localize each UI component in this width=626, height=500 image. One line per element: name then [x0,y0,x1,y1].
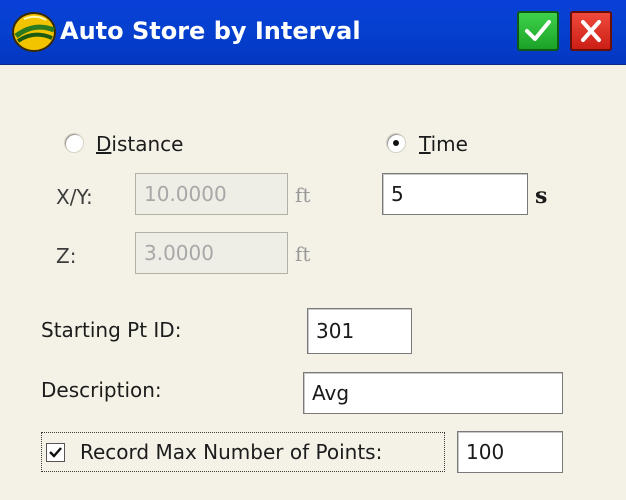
close-button[interactable] [570,11,612,51]
z-label: Z: [56,244,77,268]
window-title: Auto Store by Interval [60,17,361,45]
close-x-icon [581,20,601,42]
time-radio[interactable] [386,133,406,153]
z-unit: ft [295,242,311,266]
title-bar: Auto Store by Interval [0,0,626,65]
max-points-field[interactable]: 100 [457,431,563,473]
record-max-row[interactable]: Record Max Number of Points: [41,432,445,472]
ok-button[interactable] [517,11,559,51]
distance-radio[interactable] [64,133,84,153]
starting-pt-label: Starting Pt ID: [41,318,182,342]
z-distance-field[interactable]: 3.0000 [135,232,288,274]
description-field[interactable]: Avg [303,372,563,414]
record-max-label: Record Max Number of Points: [80,440,383,464]
xy-unit: ft [295,183,311,207]
starting-pt-field[interactable]: 301 [307,308,412,354]
time-interval-field[interactable]: 5 [382,173,528,215]
carlson-helmet-logo-icon [10,10,58,54]
record-max-checkbox[interactable] [46,443,65,462]
description-label: Description: [41,378,162,402]
checkmark-icon [49,447,62,458]
checkmark-icon [525,20,551,41]
time-unit: s [535,183,548,209]
time-radio-label[interactable]: Time [419,131,468,157]
xy-label: X/Y: [56,185,93,209]
distance-radio-label[interactable]: Distance [96,131,183,157]
xy-distance-field[interactable]: 10.0000 [135,173,288,215]
auto-store-dialog: Auto Store by Interval Distance Time X/Y… [0,0,626,500]
time-radio-dot [393,140,399,146]
